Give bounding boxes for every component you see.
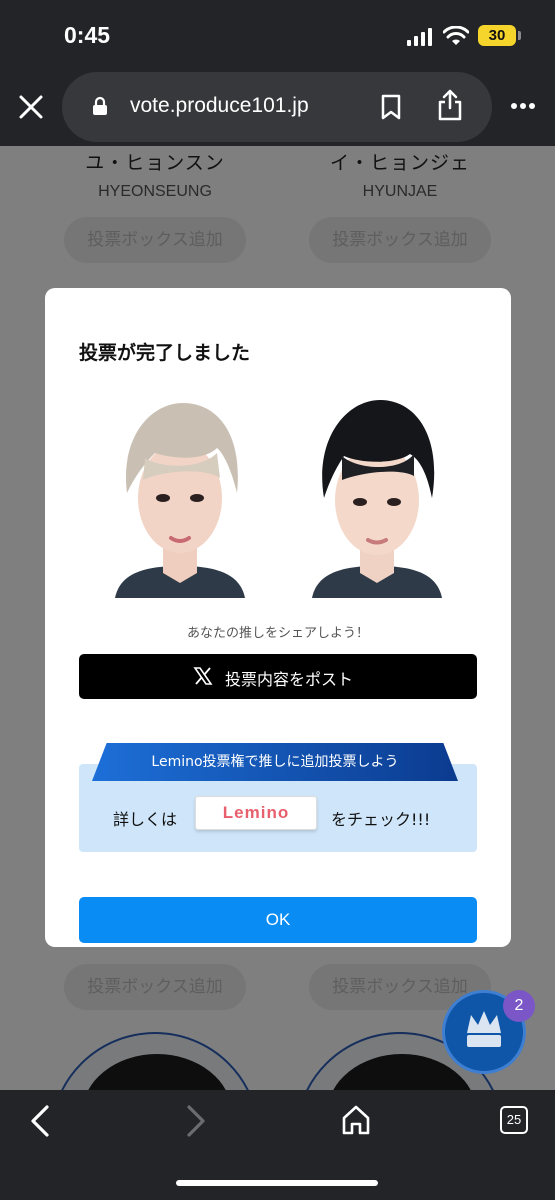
battery-tip [518, 31, 521, 40]
detail-suffix: をチェック!!! [331, 810, 431, 829]
lemino-banner: Lemino投票権で推しに追加投票しよう [92, 743, 458, 781]
share-caption: あなたの推しをシェアしよう！ [186, 626, 369, 641]
home-indicator [176, 1180, 378, 1186]
more-icon[interactable] [510, 102, 536, 110]
back-icon[interactable] [28, 1104, 52, 1138]
address-bar[interactable]: vote.produce101.jp [62, 72, 492, 142]
tabs-button[interactable]: 25 [500, 1106, 528, 1134]
post-to-x-button[interactable]: 投票内容をポスト [79, 654, 477, 699]
vote-count-badge: 2 [503, 990, 535, 1022]
home-icon[interactable] [340, 1104, 372, 1136]
ok-button[interactable]: OK [79, 897, 477, 943]
signal-icon [407, 28, 433, 46]
vote-complete-modal: 投票が完了しました あなたの推しをシェアしよう！ 投票内容をポスト Lemino… [45, 288, 511, 947]
url-text: vote.produce101.jp [130, 94, 309, 117]
detail-prefix: 詳しくは [113, 810, 178, 829]
close-icon[interactable] [16, 92, 46, 122]
post-button-label: 投票内容をポスト [225, 670, 354, 689]
candidate-portrait [312, 400, 442, 598]
wifi-icon [443, 26, 469, 45]
candidate-portrait [115, 403, 245, 598]
share-icon[interactable] [436, 88, 464, 122]
lock-icon [93, 96, 107, 115]
browser-toolbar: vote.produce101.jp [0, 70, 555, 146]
status-bar: 0:45 30 [0, 0, 555, 70]
clock: 0:45 [64, 22, 111, 48]
battery-icon: 30 [478, 25, 516, 46]
x-logo-icon [193, 667, 213, 685]
bookmark-icon[interactable] [380, 94, 402, 120]
lemino-logo-button[interactable]: Lemino [195, 796, 317, 830]
modal-title: 投票が完了しました [79, 342, 251, 364]
forward-icon[interactable] [184, 1104, 208, 1138]
